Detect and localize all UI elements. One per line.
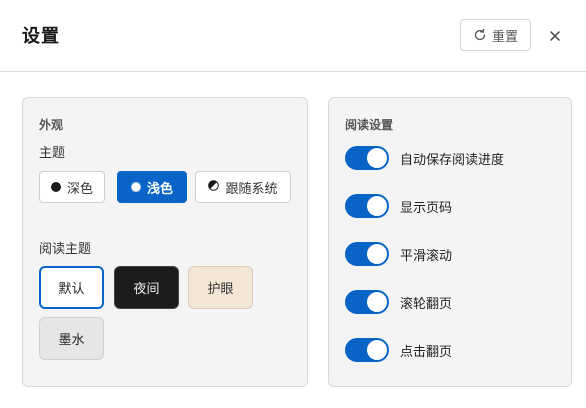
refresh-icon	[473, 28, 487, 42]
reading-theme-label-text: 默认	[58, 282, 85, 297]
reset-button-label: 重置	[491, 29, 518, 45]
setting-label: 点击翻页	[400, 344, 453, 360]
setting-row-auto-save-progress: 自动保存阅读进度	[345, 145, 504, 171]
setting-label: 显示页码	[400, 200, 453, 216]
setting-row-wheel-page-turn: 滚轮翻页	[345, 289, 452, 315]
wheel-page-turn-toggle[interactable]	[345, 290, 389, 314]
theme-option-light[interactable]: 浅色	[117, 171, 187, 203]
setting-label: 平滑滚动	[400, 248, 453, 264]
light-dot-icon	[130, 182, 141, 192]
toggle-knob	[367, 340, 387, 360]
auto-save-progress-toggle[interactable]	[345, 146, 389, 170]
appearance-panel: 外观 主题 深色 浅色 跟随系统 阅读主题 默认 夜间 护眼 墨水	[22, 97, 308, 387]
theme-option-label: 浅色	[146, 181, 173, 197]
reading-theme-label-text: 护眼	[207, 282, 234, 297]
reading-theme-label: 阅读主题	[39, 242, 92, 257]
appearance-section-title: 外观	[39, 118, 64, 132]
setting-label: 自动保存阅读进度	[400, 152, 505, 168]
close-icon	[549, 27, 561, 46]
reset-button[interactable]: 重置	[460, 19, 531, 51]
reading-theme-ink[interactable]: 墨水	[39, 317, 104, 360]
half-circle-icon	[208, 179, 220, 195]
reading-theme-label-text: 墨水	[58, 333, 85, 348]
toggle-knob	[367, 196, 387, 216]
reading-theme-night[interactable]: 夜间	[114, 266, 179, 309]
toggle-knob	[367, 148, 387, 168]
reading-theme-default[interactable]: 默认	[39, 266, 104, 309]
theme-option-dark[interactable]: 深色	[39, 171, 105, 203]
theme-option-label: 跟随系统	[225, 181, 278, 197]
theme-label: 主题	[39, 146, 66, 161]
reading-theme-eye-care[interactable]: 护眼	[188, 266, 253, 309]
toggle-knob	[367, 244, 387, 264]
show-page-number-toggle[interactable]	[345, 194, 389, 218]
settings-header: 设置 重置	[0, 0, 586, 72]
reading-theme-label-text: 夜间	[133, 282, 160, 297]
setting-label: 滚轮翻页	[400, 296, 453, 312]
dark-dot-icon	[50, 182, 61, 192]
page-title: 设置	[22, 26, 60, 47]
theme-option-system[interactable]: 跟随系统	[195, 171, 291, 203]
reading-settings-panel: 阅读设置 自动保存阅读进度 显示页码 平滑滚动 滚轮翻页 点击翻页	[328, 97, 572, 387]
theme-option-label: 深色	[66, 181, 93, 197]
setting-row-smooth-scroll: 平滑滚动	[345, 241, 452, 267]
setting-row-click-page-turn: 点击翻页	[345, 337, 452, 363]
smooth-scroll-toggle[interactable]	[345, 242, 389, 266]
toggle-knob	[367, 292, 387, 312]
click-page-turn-toggle[interactable]	[345, 338, 389, 362]
setting-row-show-page-number: 显示页码	[345, 193, 452, 219]
reading-settings-section-title: 阅读设置	[345, 118, 394, 132]
close-button[interactable]	[546, 27, 564, 45]
